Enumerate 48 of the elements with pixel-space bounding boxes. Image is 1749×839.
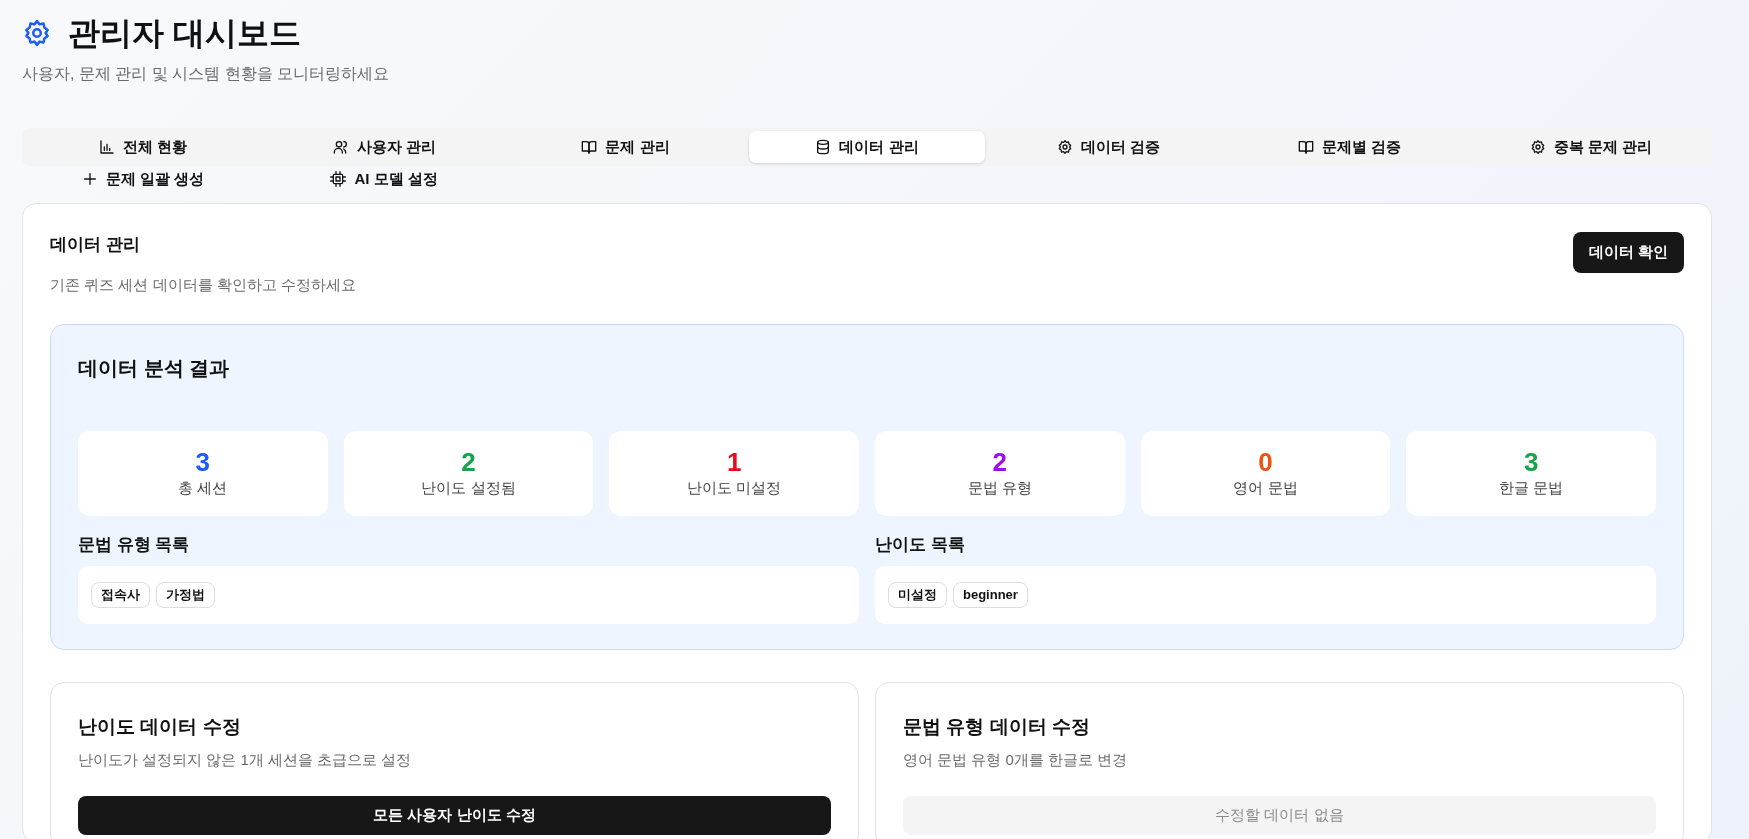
nav-tab[interactable]: 문제 일괄 생성: [25, 169, 261, 190]
nav-tab[interactable]: 전체 현황: [25, 131, 261, 164]
stat-label: 영어 문법: [1233, 477, 1298, 498]
card-title: 난이도 데이터 수정: [78, 714, 242, 739]
nav-tab[interactable]: 사용자 관리: [266, 131, 502, 164]
nav-tab[interactable]: 중복 문제 관리: [1473, 131, 1709, 164]
tag: 가정법: [156, 582, 215, 608]
stat-label: 난이도 미설정: [687, 477, 782, 498]
nav-tab[interactable]: 데이터 관리: [749, 131, 985, 164]
stat-value: 2: [461, 448, 476, 477]
gear-icon: [22, 18, 52, 49]
card-description: 영어 문법 유형 0개를 한글로 변경: [903, 750, 1129, 771]
stat-value: 3: [1523, 448, 1539, 477]
check-data-button[interactable]: 데이터 확인: [1572, 232, 1684, 273]
list-title: 문법 유형 목록: [78, 534, 191, 557]
stat-label: 총 세션: [178, 477, 228, 498]
card-title: 문법 유형 데이터 수정: [903, 714, 1091, 739]
gear-icon: [1056, 139, 1073, 156]
section-description: 기존 퀴즈 세션 데이터를 확인하고 수정하세요: [50, 274, 356, 295]
stat-value: 2: [992, 448, 1008, 477]
gear-icon: [1530, 139, 1547, 156]
list-title: 난이도 목록: [875, 534, 966, 557]
tag: beginner: [953, 582, 1028, 608]
stat-label: 문법 유형: [967, 477, 1032, 498]
open-book-icon: [1298, 139, 1315, 156]
nav-tab[interactable]: 데이터 검증: [990, 131, 1227, 164]
stat-value: 0: [1258, 448, 1273, 477]
plus-icon: [81, 171, 98, 188]
chip-icon: [330, 171, 347, 188]
fix-button[interactable]: 모든 사용자 난이도 수정: [78, 795, 831, 835]
analysis-title: 데이터 분석 결과: [78, 356, 231, 382]
tag: 접속사: [91, 582, 150, 608]
nav-tab[interactable]: 문제 관리: [507, 131, 744, 164]
section-title: 데이터 관리: [50, 234, 141, 257]
users-icon: [332, 139, 349, 156]
stat-value: 1: [726, 448, 742, 477]
nav-tab[interactable]: AI 모델 설정: [266, 169, 502, 190]
database-icon: [815, 139, 832, 156]
bar-chart-icon: [98, 139, 115, 156]
page-subtitle: 사용자, 문제 관리 및 시스템 현황을 모니터링하세요: [22, 64, 391, 85]
tag: 미설정: [888, 582, 947, 608]
stat-value: 3: [195, 448, 211, 477]
page-title: 관리자 대시보드: [68, 14, 301, 53]
card-description: 난이도가 설정되지 않은 1개 세션을 초급으로 설정: [78, 750, 413, 771]
nav-tab[interactable]: 문제별 검증: [1232, 131, 1468, 164]
stat-label: 한글 문법: [1499, 477, 1564, 498]
open-book-icon: [581, 139, 598, 156]
stat-label: 난이도 설정됨: [421, 477, 516, 498]
